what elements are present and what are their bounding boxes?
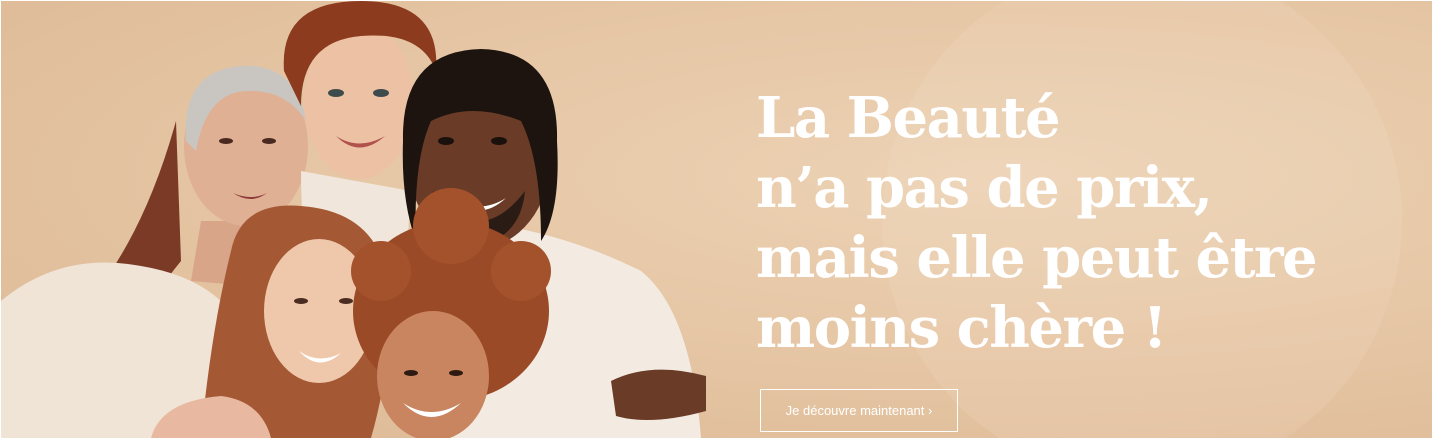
- headline-line-1: La Beauté: [756, 85, 1061, 151]
- hero-photo-people: [1, 1, 706, 438]
- headline-line-2: n’a pas de prix,: [756, 155, 1213, 221]
- hero-banner: La Beauté n’a pas de prix, mais elle peu…: [1, 1, 1432, 438]
- discover-now-button[interactable]: Je découvre maintenant ›: [760, 389, 958, 432]
- hero-headline: La Beauté n’a pas de prix, mais elle peu…: [756, 83, 1318, 363]
- headline-line-4: moins chère !: [756, 295, 1167, 361]
- headline-line-3: mais elle peut être: [756, 225, 1318, 291]
